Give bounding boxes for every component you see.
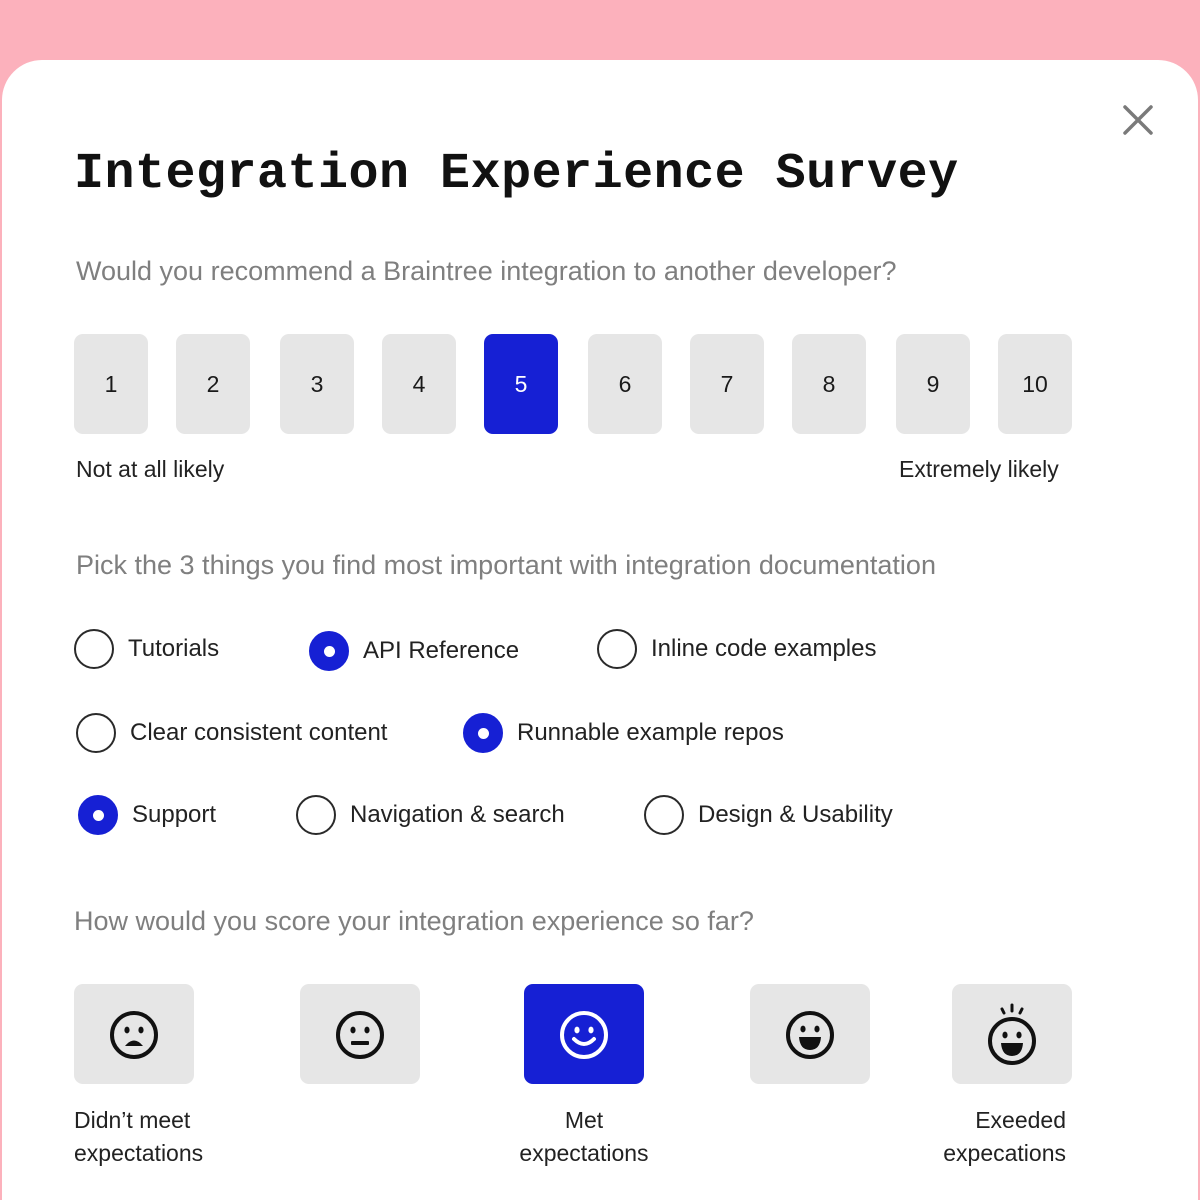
neutral-face-icon bbox=[336, 1011, 384, 1059]
score-option-met[interactable] bbox=[524, 984, 644, 1084]
option-support[interactable]: Support bbox=[78, 795, 216, 835]
nps-option-6[interactable]: 6 bbox=[588, 334, 662, 434]
option-api-reference[interactable]: API Reference bbox=[309, 631, 519, 671]
nps-option-7[interactable]: 7 bbox=[690, 334, 764, 434]
happy-face-icon bbox=[786, 1011, 834, 1059]
radio-inline-code-examples[interactable] bbox=[597, 629, 637, 669]
score-label-high: Exeeded expecations bbox=[900, 1104, 1066, 1170]
radio-runnable-example-repos[interactable] bbox=[463, 713, 503, 753]
score-label-low-line1: Didn’t meet bbox=[74, 1107, 191, 1133]
recommend-question: Would you recommend a Braintree integrat… bbox=[76, 256, 897, 286]
importance-question: Pick the 3 things you find most importan… bbox=[76, 550, 936, 580]
nps-option-2[interactable]: 2 bbox=[176, 334, 250, 434]
option-tutorials[interactable]: Tutorials bbox=[74, 629, 219, 669]
radio-clear-consistent-content[interactable] bbox=[76, 713, 116, 753]
nps-option-1[interactable]: 1 bbox=[74, 334, 148, 434]
option-navigation-search[interactable]: Navigation & search bbox=[296, 795, 565, 835]
score-label-mid: Met expectations bbox=[504, 1104, 664, 1170]
option-label: API Reference bbox=[363, 637, 520, 664]
nps-option-9[interactable]: 9 bbox=[896, 334, 970, 434]
score-label-mid-line2: expectations bbox=[519, 1140, 649, 1166]
close-icon bbox=[1123, 105, 1153, 135]
score-label-mid-line1: Met bbox=[564, 1107, 604, 1133]
option-runnable-example-repos[interactable]: Runnable example repos bbox=[463, 713, 784, 753]
score-option-below[interactable] bbox=[300, 984, 420, 1084]
score-option-didnt-meet[interactable] bbox=[74, 984, 194, 1084]
option-clear-consistent-content[interactable]: Clear consistent content bbox=[76, 713, 387, 753]
radio-navigation-search[interactable] bbox=[296, 795, 336, 835]
option-label: Tutorials bbox=[128, 635, 220, 662]
nps-option-4[interactable]: 4 bbox=[382, 334, 456, 434]
close-button[interactable] bbox=[1120, 102, 1156, 138]
score-option-above[interactable] bbox=[750, 984, 870, 1084]
score-label-low-line2: expectations bbox=[74, 1140, 204, 1166]
option-label: Runnable example repos bbox=[517, 719, 784, 746]
sad-face-icon bbox=[110, 1011, 158, 1059]
radio-design-usability[interactable] bbox=[644, 795, 684, 835]
radio-api-reference[interactable] bbox=[309, 631, 349, 671]
option-label: Navigation & search bbox=[350, 801, 565, 828]
option-label: Design & Usability bbox=[698, 801, 893, 828]
score-label-low: Didn’t meet expectations bbox=[74, 1104, 203, 1170]
survey-title: Integration Experience Survey bbox=[74, 146, 959, 203]
nps-option-3[interactable]: 3 bbox=[280, 334, 354, 434]
option-label: Support bbox=[132, 801, 217, 828]
nps-option-5[interactable]: 5 bbox=[484, 334, 558, 434]
excited-face-icon bbox=[988, 1003, 1036, 1065]
scale-low-label: Not at all likely bbox=[76, 456, 225, 482]
nps-option-8[interactable]: 8 bbox=[792, 334, 866, 434]
option-label: Clear consistent content bbox=[130, 719, 388, 746]
smile-face-icon bbox=[560, 1011, 608, 1059]
option-label: Inline code examples bbox=[651, 635, 877, 662]
score-option-exceeded[interactable] bbox=[952, 984, 1072, 1084]
radio-support[interactable] bbox=[78, 795, 118, 835]
score-label-high-line1: Exeeded bbox=[975, 1107, 1066, 1133]
score-question: How would you score your integration exp… bbox=[74, 906, 754, 936]
option-inline-code-examples[interactable]: Inline code examples bbox=[597, 629, 876, 669]
radio-tutorials[interactable] bbox=[74, 629, 114, 669]
option-design-usability[interactable]: Design & Usability bbox=[644, 795, 893, 835]
score-label-high-line2: expecations bbox=[943, 1140, 1066, 1166]
scale-high-label: Extremely likely bbox=[899, 456, 1059, 482]
nps-option-10[interactable]: 10 bbox=[998, 334, 1072, 434]
